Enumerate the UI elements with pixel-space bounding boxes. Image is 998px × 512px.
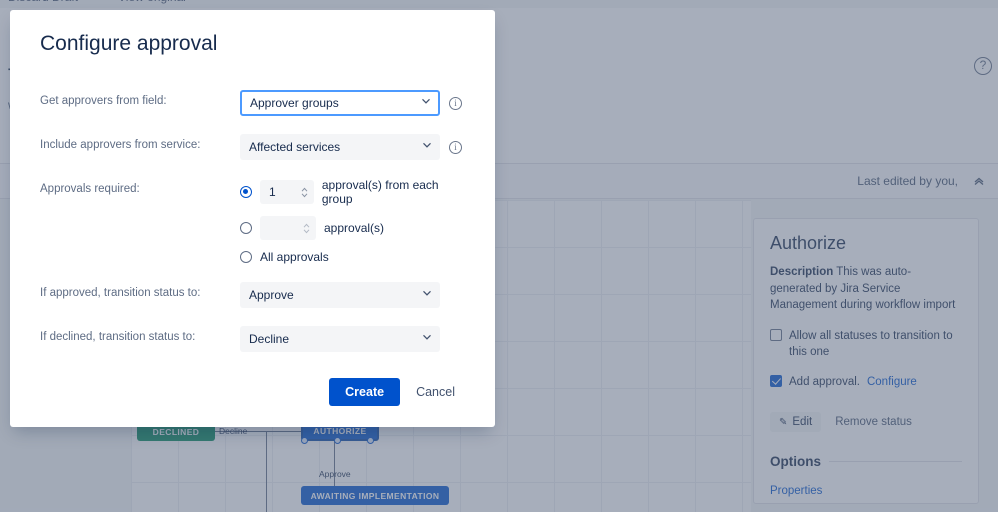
field-row-approved-status: If approved, transition status to: Appro… xyxy=(40,282,465,308)
radio-approvals-per-group[interactable] xyxy=(240,186,252,198)
radio-label-all: All approvals xyxy=(260,250,329,264)
radio-row-total[interactable]: approval(s) xyxy=(240,216,465,240)
field-row-approvers-from-service: Include approvers from service: Affected… xyxy=(40,134,465,160)
info-icon[interactable]: i xyxy=(449,141,462,154)
stepper-arrows-icon[interactable] xyxy=(302,222,311,235)
radio-row-all[interactable]: All approvals xyxy=(240,250,465,264)
modal-action-buttons: Create Cancel xyxy=(40,378,465,406)
field-row-approvals-required: Approvals required: 1 approval(s) xyxy=(40,178,465,264)
approvals-required-radio-group: 1 approval(s) from each group xyxy=(240,178,465,264)
stepper-approvals-total[interactable] xyxy=(260,216,316,240)
create-button[interactable]: Create xyxy=(329,378,400,406)
field-row-declined-status: If declined, transition status to: Decli… xyxy=(40,326,465,352)
stepper-approvals-per-group[interactable]: 1 xyxy=(260,180,314,204)
radio-approvals-total[interactable] xyxy=(240,222,252,234)
info-icon[interactable]: i xyxy=(449,97,462,110)
configure-approval-modal: Configure approval Get approvers from fi… xyxy=(10,10,495,427)
approvers-service-value: Affected services xyxy=(249,140,340,154)
approvers-field-label: Get approvers from field: xyxy=(40,90,240,107)
approvers-field-select[interactable]: Approver groups xyxy=(240,90,440,116)
approvers-field-value: Approver groups xyxy=(250,96,339,110)
declined-status-label: If declined, transition status to: xyxy=(40,326,240,343)
radio-approvals-all[interactable] xyxy=(240,251,252,263)
approvers-service-label: Include approvers from service: xyxy=(40,134,240,151)
chevron-down-icon xyxy=(421,96,431,109)
radio-label-total: approval(s) xyxy=(324,221,384,235)
stepper-value: 1 xyxy=(269,185,300,199)
declined-status-select[interactable]: Decline xyxy=(240,326,440,352)
approvers-service-select[interactable]: Affected services xyxy=(240,134,440,160)
approved-status-value: Approve xyxy=(249,288,294,302)
field-row-approvers-from-field: Get approvers from field: Approver group… xyxy=(40,90,465,116)
stepper-arrows-icon[interactable] xyxy=(300,186,309,199)
modal-title: Configure approval xyxy=(40,32,465,56)
approved-status-select[interactable]: Approve xyxy=(240,282,440,308)
approvals-required-label: Approvals required: xyxy=(40,178,240,195)
radio-label-per-group: approval(s) from each group xyxy=(322,178,465,206)
cancel-button[interactable]: Cancel xyxy=(406,378,465,406)
chevron-down-icon xyxy=(422,288,432,301)
chevron-down-icon xyxy=(422,140,432,153)
declined-status-value: Decline xyxy=(249,332,289,346)
radio-row-per-group[interactable]: 1 approval(s) from each group xyxy=(240,178,465,206)
approved-status-label: If approved, transition status to: xyxy=(40,282,240,299)
chevron-down-icon xyxy=(422,332,432,345)
